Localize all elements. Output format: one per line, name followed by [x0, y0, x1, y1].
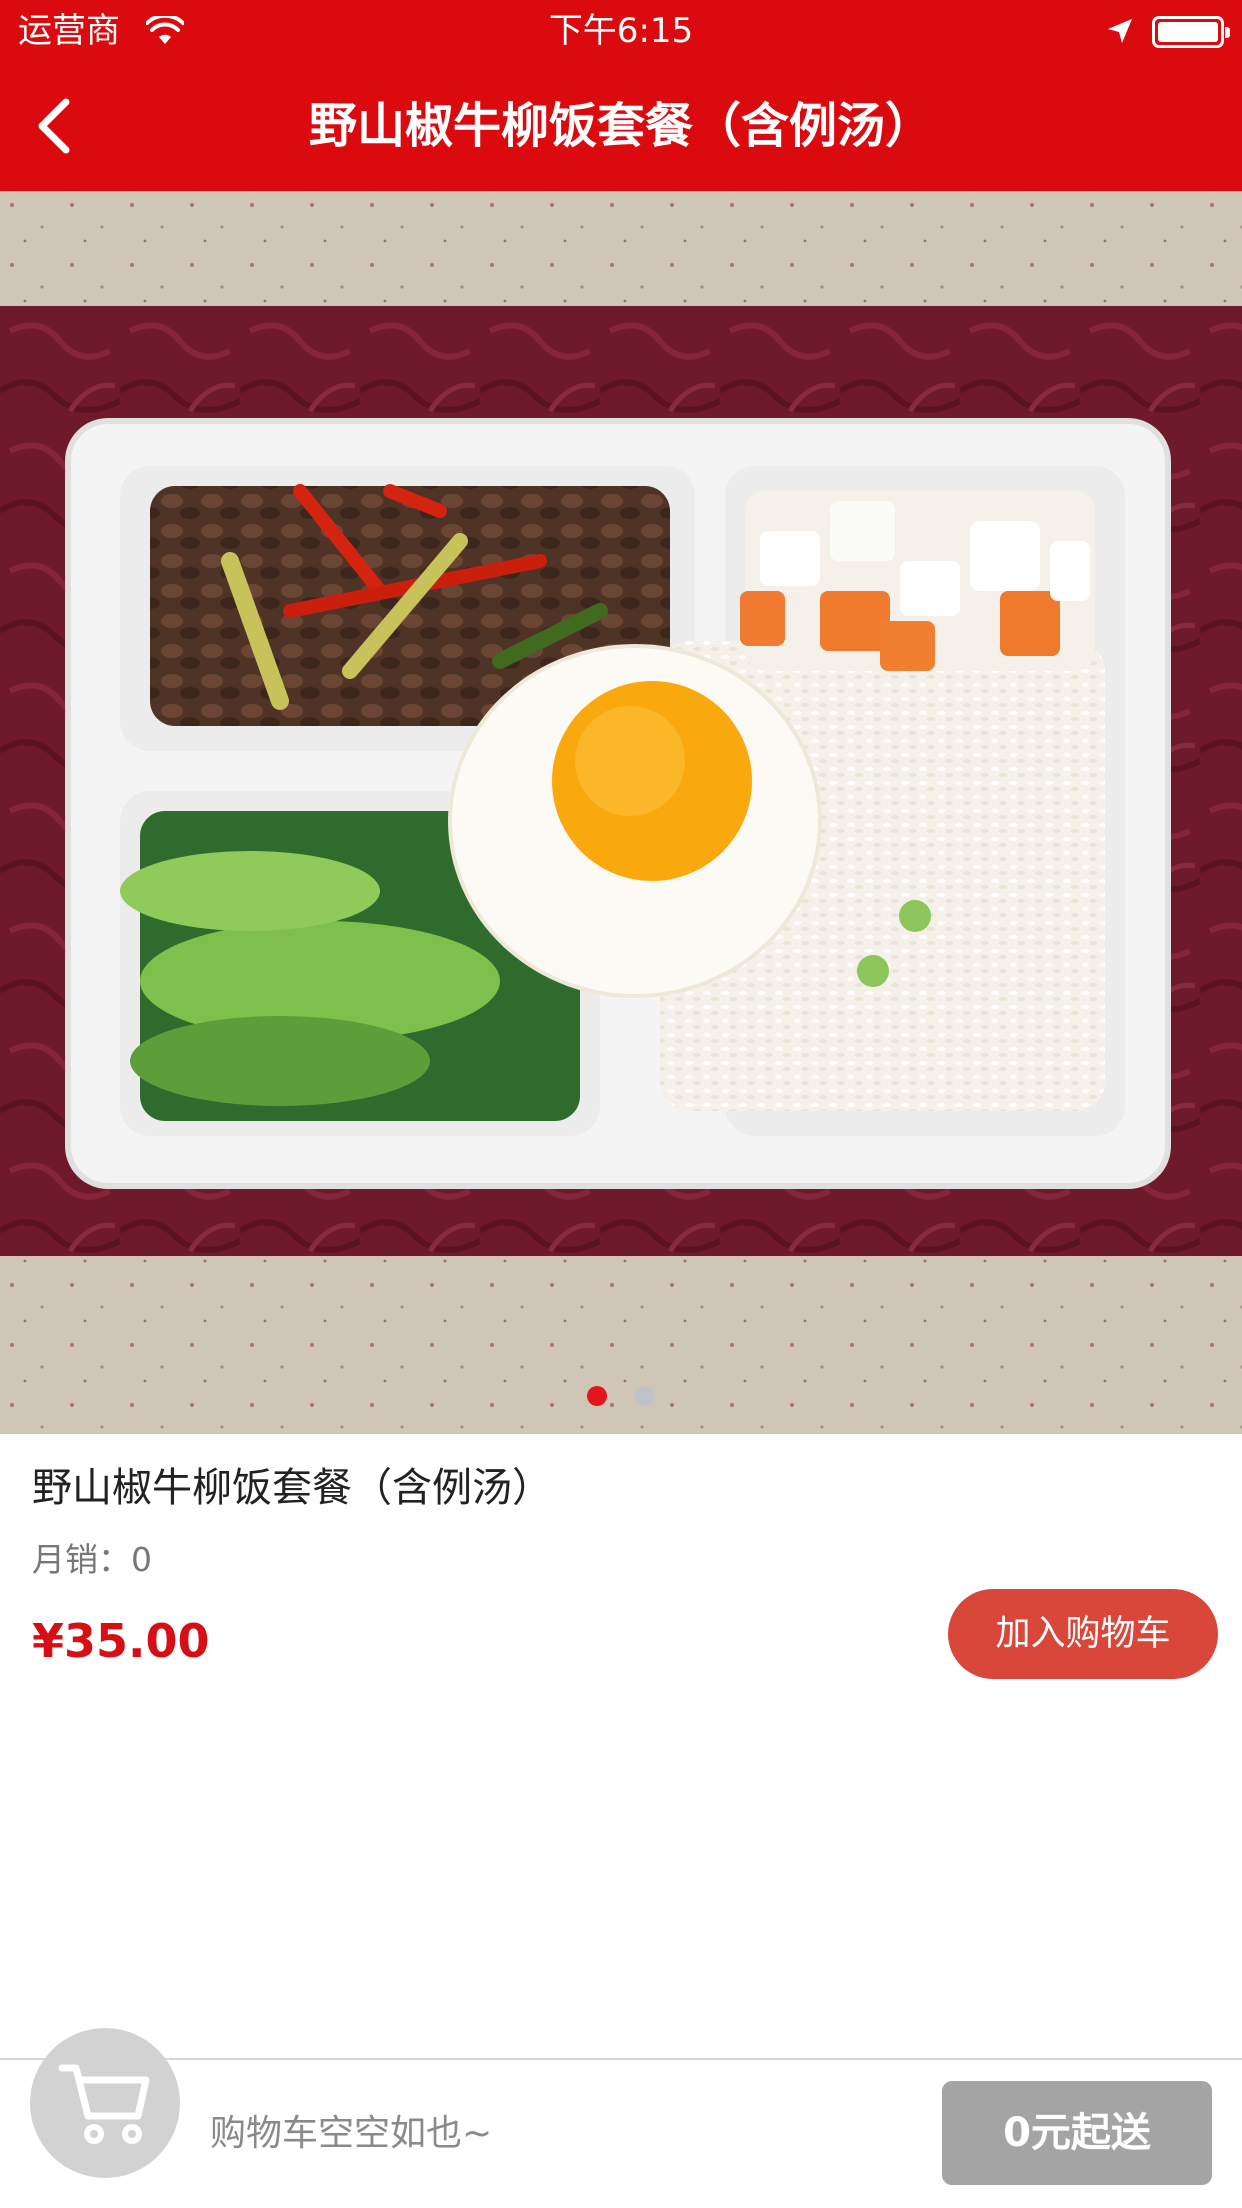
- cart-empty-text: 购物车空空如也~: [210, 2113, 493, 2154]
- carousel-dot-1[interactable]: [587, 1386, 607, 1406]
- location-icon: [1108, 19, 1132, 43]
- product-image-carousel[interactable]: [0, 191, 1242, 1434]
- status-bar: 运营商 下午6:15: [0, 0, 1242, 62]
- min-order-button[interactable]: 0元起送: [942, 2081, 1212, 2185]
- battery-icon: [1152, 16, 1230, 48]
- cart-button[interactable]: [30, 2028, 180, 2178]
- monthly-sales: 月销：0: [32, 1540, 152, 1579]
- cart-icon: [58, 2064, 150, 2144]
- add-to-cart-button[interactable]: 加入购物车: [948, 1589, 1218, 1679]
- top-bar: 运营商 下午6:15 野山椒牛柳饭套餐（含例汤）: [0, 0, 1242, 191]
- carousel-indicator: [0, 1386, 1242, 1408]
- product-photo: [0, 191, 1242, 1434]
- page-title: 野山椒牛柳饭套餐（含例汤）: [308, 98, 933, 154]
- product-price: ¥35.00: [32, 1614, 210, 1668]
- product-name: 野山椒牛柳饭套餐（含例汤）: [32, 1465, 552, 1511]
- carousel-dot-2[interactable]: [635, 1386, 655, 1406]
- navigation-bar: 野山椒牛柳饭套餐（含例汤）: [0, 62, 1242, 191]
- status-time: 下午6:15: [548, 11, 694, 51]
